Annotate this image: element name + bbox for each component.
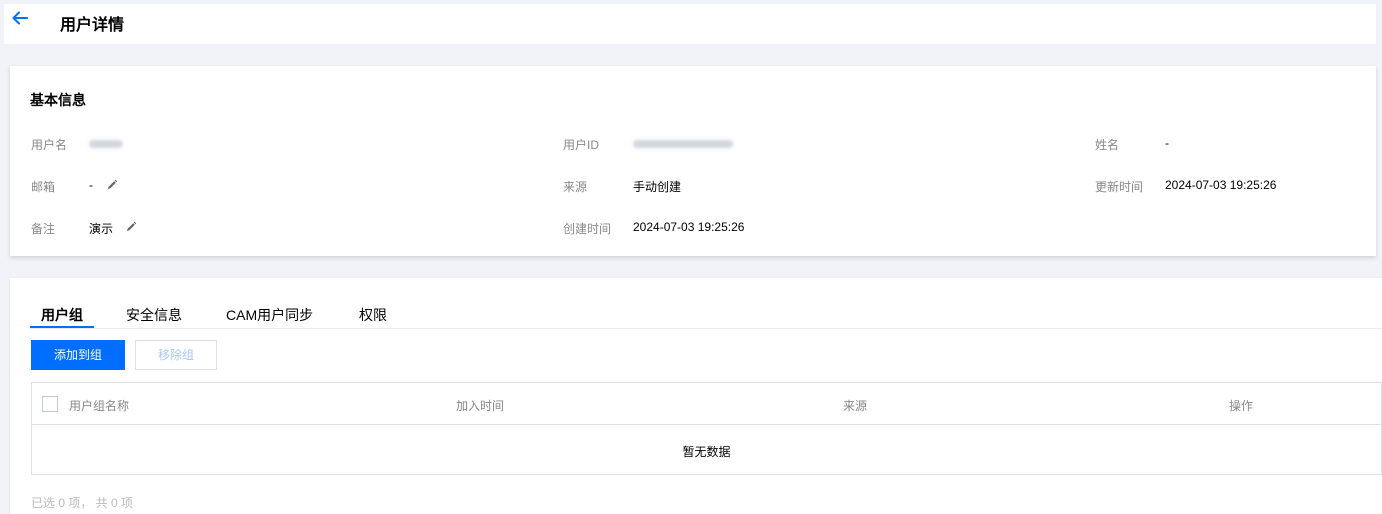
source-value: 手动创建 [633, 180, 682, 194]
email-value: - [89, 178, 93, 192]
tab-permissions[interactable]: 权限 [359, 305, 387, 325]
created-time-label: 创建时间 [563, 222, 612, 236]
arrow-left-icon[interactable] [10, 8, 30, 28]
tab-cam-user-sync[interactable]: CAM用户同步 [226, 305, 313, 325]
add-to-group-button[interactable]: 添加到组 [31, 340, 125, 370]
created-time-value: 2024-07-03 19:25:26 [633, 220, 745, 234]
table-header: 用户组名称 加入时间 来源 操作 [32, 383, 1381, 425]
remove-group-button[interactable]: 移除组 [135, 340, 217, 370]
edit-remark-icon[interactable] [125, 221, 137, 233]
tab-user-groups[interactable]: 用户组 [41, 305, 83, 325]
table-empty-state: 暂无数据 [682, 445, 731, 459]
username-value-redacted [89, 140, 123, 148]
username-label: 用户名 [31, 138, 68, 152]
name-value: - [1165, 136, 1169, 150]
selection-summary: 已选 0 项， 共 0 项 [31, 496, 134, 510]
updated-time-value: 2024-07-03 19:25:26 [1165, 178, 1277, 192]
column-header-actions: 操作 [1229, 399, 1254, 413]
page-title: 用户详情 [60, 17, 125, 34]
updated-time-label: 更新时间 [1095, 180, 1144, 194]
source-label: 来源 [563, 180, 588, 194]
detail-tabs-card: 用户组 安全信息 CAM用户同步 权限 添加到组 移除组 用户组名称 加入时间 … [10, 278, 1382, 514]
userid-value-redacted [633, 140, 733, 148]
column-header-source: 来源 [843, 399, 868, 413]
select-all-checkbox[interactable] [42, 396, 58, 412]
basic-info-card: 基本信息 用户名 邮箱 - 备注 演示 用户ID 来源 手动创建 创建时间 20… [10, 66, 1376, 256]
userid-label: 用户ID [563, 138, 600, 152]
name-label: 姓名 [1095, 138, 1120, 152]
edit-email-icon[interactable] [106, 179, 118, 191]
tab-divider [30, 328, 1382, 329]
email-label: 邮箱 [31, 180, 56, 194]
tab-security-info[interactable]: 安全信息 [126, 305, 182, 325]
page-header: 用户详情 [4, 4, 1376, 44]
remark-value: 演示 [89, 222, 114, 236]
column-header-join-time: 加入时间 [456, 399, 505, 413]
column-header-group-name: 用户组名称 [69, 399, 130, 413]
section-title: 基本信息 [30, 92, 86, 108]
user-group-table: 用户组名称 加入时间 来源 操作 暂无数据 [31, 382, 1382, 475]
remark-label: 备注 [31, 222, 56, 236]
